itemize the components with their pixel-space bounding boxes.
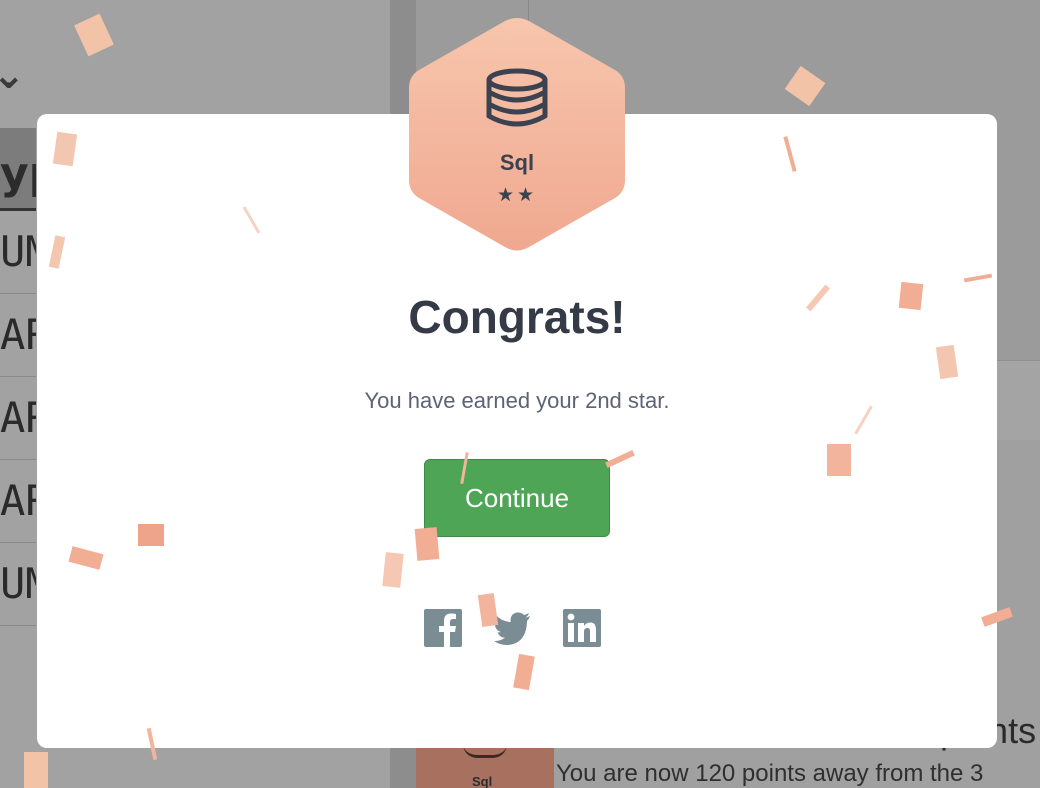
facebook-icon[interactable] (423, 608, 463, 648)
twitter-icon[interactable] (492, 608, 532, 648)
badge-label: Sql (499, 150, 535, 175)
background-points-message: You are now 120 points away from the 3 (556, 760, 984, 787)
background-table-row: AR (0, 460, 36, 543)
modal-title: Congrats! (408, 291, 626, 343)
background-chevron-icon: ⌄ (0, 52, 26, 98)
modal-message: You have earned your 2nd star. (364, 388, 670, 413)
background-table-row: UM (0, 211, 36, 294)
background-table-row: AR (0, 294, 36, 377)
skill-badge: Sql ★★ (406, 14, 628, 254)
continue-button[interactable]: Continue (424, 459, 610, 537)
background-table-header: ype (0, 128, 36, 211)
linkedin-icon[interactable] (562, 608, 602, 648)
background-table-row: UM (0, 543, 36, 626)
background-table-row: AR (0, 377, 36, 460)
database-stack-icon (485, 68, 549, 128)
hexagon-shape (409, 18, 625, 251)
background-table: ype UM AR AR AR UM (0, 128, 36, 626)
background-badge-label: Sql (472, 774, 493, 788)
badge-stars: ★★ (496, 184, 538, 206)
